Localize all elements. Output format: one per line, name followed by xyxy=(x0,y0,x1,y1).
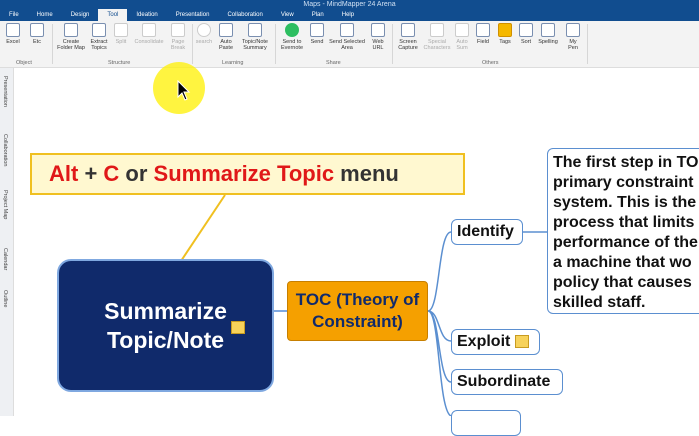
subtopic-identify[interactable]: Identify xyxy=(451,219,523,245)
central-topic[interactable]: Summarize Topic/Note xyxy=(57,259,274,392)
main-topic[interactable]: TOC (Theory of Constraint) xyxy=(287,281,428,341)
note-icon[interactable] xyxy=(231,321,245,334)
subtopic-subordinate[interactable]: Subordinate xyxy=(451,369,563,395)
subtopic-partial[interactable] xyxy=(451,410,521,436)
mouse-cursor-icon xyxy=(177,80,191,101)
subtopic-exploit[interactable]: Exploit xyxy=(451,329,540,355)
topic-note[interactable]: The first step in TOC primary constraint… xyxy=(547,148,699,314)
shortcut-callout: Alt + C or Summarize Topic menu xyxy=(30,153,465,195)
note-icon[interactable] xyxy=(514,335,529,349)
